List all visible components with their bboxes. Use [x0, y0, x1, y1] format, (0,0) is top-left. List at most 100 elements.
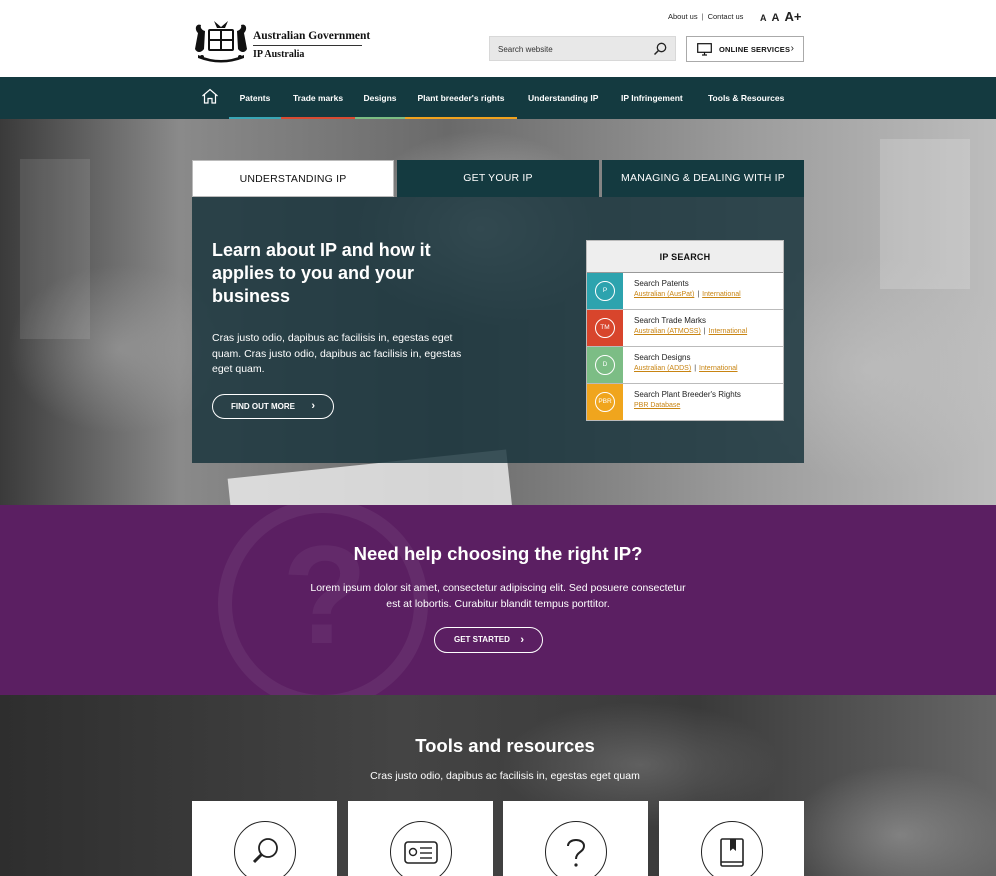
font-size-medium[interactable]: A — [772, 12, 780, 24]
hero-body: Cras justo odio, dapibus ac facilisis in… — [212, 332, 462, 375]
nav-patents[interactable]: Patents — [229, 77, 281, 119]
background-window — [20, 159, 90, 339]
chevron-right-icon: › — [520, 634, 524, 646]
find-out-more-label: FIND OUT MORE — [231, 402, 295, 411]
tool-card-id[interactable] — [348, 801, 493, 876]
nav-ip-infringement[interactable]: IP Infringement — [621, 77, 683, 119]
get-started-button[interactable]: GET STARTED › — [434, 627, 543, 653]
get-started-label: GET STARTED — [454, 635, 510, 644]
nav-label: Trade marks — [292, 93, 344, 103]
util-separator: | — [701, 12, 704, 21]
patents-badge-icon: P — [595, 281, 615, 301]
trade-marks-swatch: TM — [587, 310, 623, 346]
nav-plant-breeders-rights[interactable]: Plant breeder's rights — [405, 77, 517, 119]
monitor-icon — [697, 43, 712, 56]
nav-tools-resources[interactable]: Tools & Resources — [708, 77, 784, 119]
international-link[interactable]: International — [709, 328, 748, 335]
pbr-badge-icon: PBR — [595, 392, 615, 412]
id-card-icon — [404, 841, 438, 864]
hero-panel: Learn about IP and how it applies to you… — [192, 197, 804, 463]
nav-label: Plant breeder's rights — [417, 93, 505, 103]
font-size-large[interactable]: A+ — [784, 9, 801, 24]
ip-search-row-patents: P Search Patents Australian (AusPat) | Int… — [587, 273, 783, 310]
ip-search-title: Search Trade Marks — [634, 316, 707, 325]
ip-search-row-designs: D Search Designs Australian (ADDS) | Inter… — [587, 347, 783, 384]
link-separator: | — [697, 291, 700, 298]
book-icon — [720, 838, 744, 867]
help-body: Lorem ipsum dolor sit amet, consectetur … — [310, 582, 686, 610]
hero-title: Learn about IP and how it applies to you… — [212, 240, 431, 306]
ip-search-heading: IP SEARCH — [587, 241, 783, 273]
tool-card-help[interactable] — [503, 801, 648, 876]
ip-search-box: IP SEARCH P Search Patents Australian (A… — [586, 240, 784, 421]
font-size-controls: A A A+ — [760, 8, 801, 26]
help-title: Need help choosing the right IP? — [353, 543, 643, 564]
home-icon[interactable] — [201, 88, 219, 104]
nav-trade-marks[interactable]: Trade marks — [281, 77, 355, 119]
ip-search-links: Australian (AusPat) | International — [634, 291, 741, 298]
designs-swatch: D — [587, 347, 623, 383]
background-window — [880, 139, 970, 289]
coat-of-arms-icon — [195, 21, 247, 63]
nav-label: Tools & Resources — [708, 93, 785, 103]
help-choose-ip-section: ? Need help choosing the right IP? Lorem… — [0, 505, 996, 695]
international-link[interactable]: International — [699, 365, 738, 372]
utility-links: About us | Contact us — [668, 12, 743, 21]
search-input[interactable] — [498, 42, 648, 56]
tools-title: Tools and resources — [415, 735, 595, 756]
online-services-button[interactable]: ONLINE SERVICES › — [686, 36, 804, 62]
ip-search-title: Search Designs — [634, 353, 691, 362]
tool-icon-ring — [545, 821, 607, 876]
tool-icon-ring — [234, 821, 296, 876]
main-navigation: Patents Trade marks Designs Plant breede… — [0, 77, 996, 119]
nav-understanding-ip[interactable]: Understanding IP — [528, 77, 598, 119]
international-link[interactable]: International — [702, 291, 741, 298]
atmoss-link[interactable]: Australian (ATMOSS) — [634, 328, 701, 335]
hero-tabs: UNDERSTANDING IP GET YOUR IP MANAGING & … — [192, 160, 804, 197]
contact-us-link[interactable]: Contact us — [708, 12, 744, 21]
question-icon — [567, 839, 586, 867]
about-us-link[interactable]: About us — [668, 12, 698, 21]
auspat-link[interactable]: Australian (AusPat) — [634, 291, 694, 298]
pbr-swatch: PBR — [587, 384, 623, 420]
trade-marks-badge-icon: TM — [595, 318, 615, 338]
adds-link[interactable]: Australian (ADDS) — [634, 365, 691, 372]
nav-label: Patents — [239, 93, 271, 103]
nav-label: IP Infringement — [621, 93, 683, 103]
search-icon[interactable] — [653, 42, 667, 56]
pbr-database-link[interactable]: PBR Database — [634, 402, 680, 409]
tools-resources-section: Tools and resources Cras justo odio, dap… — [0, 695, 996, 876]
ip-search-title: Search Patents — [634, 279, 689, 288]
tab-managing-dealing[interactable]: MANAGING & DEALING WITH IP — [602, 160, 804, 197]
nav-designs[interactable]: Designs — [355, 77, 405, 119]
tab-understanding-ip[interactable]: UNDERSTANDING IP — [192, 160, 394, 197]
tool-card-search[interactable] — [192, 801, 337, 876]
chevron-right-icon: › — [311, 400, 315, 412]
ip-search-row-trade-marks: TM Search Trade Marks Australian (ATMOSS… — [587, 310, 783, 347]
chevron-right-icon: › — [790, 43, 794, 54]
ip-search-title: Search Plant Breeder's Rights — [634, 390, 741, 399]
designs-badge-icon: D — [595, 355, 615, 375]
link-separator: | — [694, 365, 697, 372]
ip-search-links: PBR Database — [634, 402, 680, 409]
tool-icon-ring — [390, 821, 452, 876]
logo-divider — [253, 45, 362, 46]
site-search — [489, 36, 676, 61]
tool-card-book[interactable] — [659, 801, 804, 876]
ip-search-row-pbr: PBR Search Plant Breeder's Rights PBR Da… — [587, 384, 783, 421]
font-size-small[interactable]: A — [760, 13, 767, 23]
tab-get-your-ip[interactable]: GET YOUR IP — [397, 160, 599, 197]
logo-line1: Australian Government — [253, 30, 371, 42]
tools-subtitle: Cras justo odio, dapibus ac facilisis in… — [370, 770, 640, 782]
nav-label: Understanding IP — [528, 93, 599, 103]
tool-icon-ring — [701, 821, 763, 876]
ip-search-links: Australian (ADDS) | International — [634, 365, 738, 372]
site-header: Australian Government IP Australia About… — [0, 0, 996, 77]
find-out-more-button[interactable]: FIND OUT MORE › — [212, 394, 334, 419]
patents-swatch: P — [587, 273, 623, 309]
ip-search-links: Australian (ATMOSS) | International — [634, 328, 747, 335]
hero-section: UNDERSTANDING IP GET YOUR IP MANAGING & … — [0, 119, 996, 505]
ip-australia-logo[interactable]: Australian Government IP Australia — [192, 19, 370, 63]
link-separator: | — [703, 328, 706, 335]
logo-line2: IP Australia — [253, 49, 305, 60]
